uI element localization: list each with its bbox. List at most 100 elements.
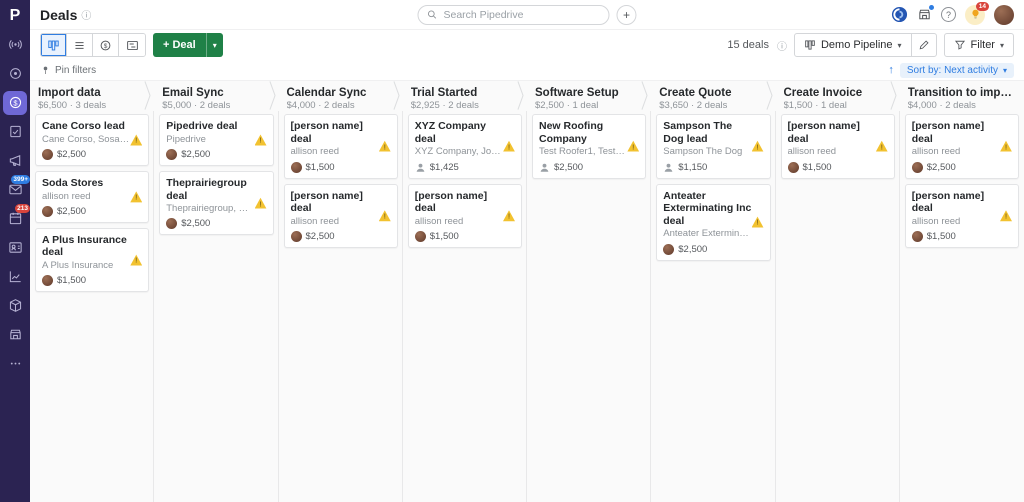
deal-value-row: $2,500 <box>291 231 391 242</box>
deal-participants: allison reed <box>912 146 1012 158</box>
projects-icon <box>8 124 23 139</box>
edit-pipeline-button[interactable] <box>911 34 936 56</box>
deal-card[interactable]: [person name] dealallison reed$2,500! <box>905 114 1019 179</box>
stage-cards: [person name] dealallison reed$1,500![pe… <box>279 111 403 251</box>
info-icon[interactable]: ⓘ <box>777 38 787 53</box>
sidebar-item-projects[interactable] <box>0 117 30 146</box>
list-view-button[interactable] <box>67 34 93 56</box>
filter-button[interactable]: Filter ▾ <box>944 33 1014 57</box>
deal-participants: Theprairiegroup, Gayle Ma... <box>166 203 266 215</box>
activities-icon <box>8 211 23 226</box>
deal-title: [person name] deal <box>291 190 391 215</box>
info-icon[interactable]: ⓘ <box>81 7 91 22</box>
deal-value: $1,500 <box>927 231 956 242</box>
deal-card[interactable]: Pipedrive dealPipedrive$2,500! <box>159 114 273 166</box>
deal-value: $2,500 <box>181 149 210 160</box>
owner-avatar <box>912 231 923 242</box>
sidebar-item-more[interactable] <box>0 349 30 378</box>
deal-title: Soda Stores <box>42 177 142 190</box>
search-bar[interactable] <box>418 5 610 25</box>
deal-card[interactable]: [person name] dealallison reed$1,500! <box>781 114 895 179</box>
sidebar-item-insights[interactable] <box>0 262 30 291</box>
stage-summary: $4,000 · 2 deals <box>287 100 391 111</box>
deal-value: $1,500 <box>430 231 459 242</box>
deal-participants: allison reed <box>788 146 888 158</box>
deal-card[interactable]: [person name] dealallison reed$2,500! <box>284 184 398 249</box>
stage-column-software-setup: Software Setup$2,500 · 1 dealNew Roofing… <box>527 81 651 502</box>
owner-avatar <box>166 149 177 160</box>
search-input[interactable] <box>444 9 594 21</box>
user-avatar[interactable] <box>994 5 1014 25</box>
deal-participants: allison reed <box>42 191 142 203</box>
sidebar-item-activities[interactable]: 213 <box>0 204 30 233</box>
owner-avatar <box>788 162 799 173</box>
deal-card[interactable]: Sampson The Dog leadSampson The Dog$1,15… <box>656 114 770 179</box>
deal-card[interactable]: A Plus Insurance dealA Plus Insurance$1,… <box>35 228 149 293</box>
stage-cards: Sampson The Dog leadSampson The Dog$1,15… <box>651 111 775 264</box>
forecast-icon: $ <box>99 39 112 52</box>
stage-column-create-quote: Create Quote$3,650 · 2 dealsSampson The … <box>651 81 775 502</box>
stage-title: Transition to implement... <box>908 87 1012 99</box>
sidebar-item-campaigns[interactable] <box>0 146 30 175</box>
search-icon <box>427 9 438 20</box>
deal-value-row: $1,425 <box>415 162 515 173</box>
deal-value: $1,425 <box>430 162 459 173</box>
sidebar-item-storefront[interactable] <box>0 320 30 349</box>
svg-text:$: $ <box>104 42 108 49</box>
stage-divider-chevron <box>639 82 649 110</box>
sidebar-item-products[interactable] <box>0 291 30 320</box>
timeline-view-button[interactable] <box>119 34 145 56</box>
sidebar-item-broadcast[interactable] <box>0 30 30 59</box>
quick-add-button[interactable]: + <box>617 5 637 25</box>
tips-icon[interactable]: 14 <box>965 5 985 25</box>
deal-card[interactable]: Soda Storesallison reed$2,500! <box>35 171 149 223</box>
deal-card[interactable]: Theprairiegroup dealTheprairiegroup, Gay… <box>159 171 273 236</box>
deal-participants: allison reed <box>291 146 391 158</box>
stage-title: Email Sync <box>162 87 266 99</box>
deal-card[interactable]: New Roofing CompanyTest Roofer1, Test Ro… <box>532 114 646 179</box>
filters-row: Pin filters ↑ Sort by: Next activity ▾ <box>30 60 1024 80</box>
deal-title: [person name] deal <box>291 120 391 145</box>
deal-value-row: $2,500 <box>166 149 266 160</box>
deal-title: Theprairiegroup deal <box>166 177 266 202</box>
stage-divider-chevron <box>142 82 152 110</box>
kanban-view-button[interactable] <box>41 34 67 56</box>
deal-card[interactable]: Cane Corso leadCane Corso, Sosa Dog$2,50… <box>35 114 149 166</box>
stage-cards: [person name] dealallison reed$1,500! <box>776 111 900 182</box>
pipeline-selector[interactable]: Demo Pipeline ▾ <box>795 34 911 56</box>
pipedrive-logo[interactable]: P <box>10 2 21 30</box>
sidebar-item-mail[interactable]: 399+ <box>0 175 30 204</box>
sidebar-item-deals[interactable]: $ <box>0 88 30 117</box>
stage-header: Transition to implement...$4,000 · 2 dea… <box>900 81 1024 111</box>
add-deal-button[interactable]: + Deal ▾ <box>153 33 223 57</box>
deal-value-row: $1,500 <box>291 162 391 173</box>
stage-divider-chevron <box>267 82 277 110</box>
app-icon[interactable] <box>891 6 908 23</box>
owner-avatar <box>415 231 426 242</box>
help-icon[interactable]: ? <box>941 7 956 22</box>
deal-participants: Pipedrive <box>166 134 266 146</box>
sidebar-item-contacts[interactable] <box>0 233 30 262</box>
sidebar-item-leads[interactable] <box>0 59 30 88</box>
forecast-view-button[interactable]: $ <box>93 34 119 56</box>
owner-avatar <box>912 162 923 173</box>
deal-value: $2,500 <box>554 162 583 173</box>
deal-card[interactable]: XYZ Company dealXYZ Company, John Smith$… <box>408 114 522 179</box>
deal-value: $1,500 <box>306 162 335 173</box>
add-deal-dropdown[interactable]: ▾ <box>206 33 223 57</box>
deal-card[interactable]: [person name] dealallison reed$1,500! <box>284 114 398 179</box>
deal-card[interactable]: Anteater Exterminating Inc dealAnteater … <box>656 184 770 261</box>
deal-participants: Cane Corso, Sosa Dog <box>42 134 142 146</box>
deal-card[interactable]: [person name] dealallison reed$1,500! <box>905 184 1019 249</box>
stage-summary: $4,000 · 2 deals <box>908 100 1012 111</box>
sort-direction-icon[interactable]: ↑ <box>888 64 894 76</box>
stage-title: Create Invoice <box>784 87 888 99</box>
deal-card[interactable]: [person name] dealallison reed$1,500! <box>408 184 522 249</box>
stage-title: Import data <box>38 87 142 99</box>
sort-by-button[interactable]: Sort by: Next activity ▾ <box>900 63 1014 78</box>
stage-cards: XYZ Company dealXYZ Company, John Smith$… <box>403 111 527 251</box>
stage-header: Create Invoice$1,500 · 1 deal <box>776 81 900 111</box>
pin-filters-button[interactable]: Pin filters <box>40 65 96 76</box>
person-icon <box>415 162 426 173</box>
marketplace-icon[interactable] <box>917 7 932 22</box>
